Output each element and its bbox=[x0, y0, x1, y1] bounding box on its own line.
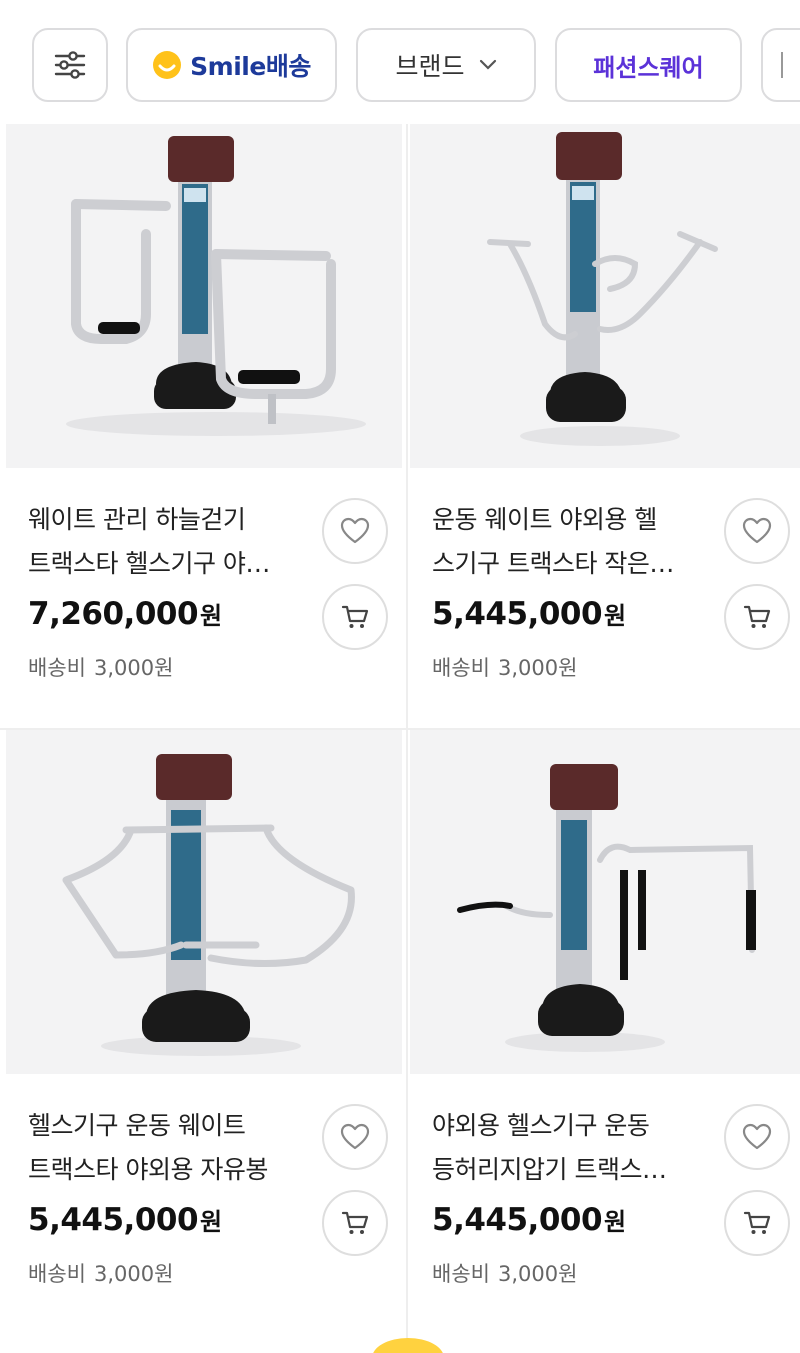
air-walker-equipment-image bbox=[66, 136, 366, 436]
filter-settings-button[interactable] bbox=[32, 28, 108, 102]
heart-icon bbox=[340, 517, 370, 544]
filter-bar: Smile배송 브랜드 패션스퀘어 bbox=[0, 0, 800, 124]
product-info: 야외용 헬스기구 운동 등허리지압기 트랙스… 5,445,000원 배송비 3,… bbox=[410, 1074, 800, 1324]
brand-filter-dropdown[interactable]: 브랜드 bbox=[356, 28, 536, 102]
chevron-down-icon bbox=[479, 59, 496, 70]
product-price: 5,445,000원 bbox=[28, 1202, 222, 1238]
shipping-label: 배송비 bbox=[28, 1262, 86, 1286]
shipping-label: 배송비 bbox=[432, 1262, 490, 1286]
product-card[interactable]: 헬스기구 운동 웨이트 트랙스타 야외용 자유봉 5,445,000원 배송비 3… bbox=[6, 730, 402, 1324]
product-title-line: 운동 웨이트 야외용 헬 bbox=[432, 505, 657, 534]
shipping-amount: 3,000원 bbox=[93, 656, 174, 680]
sliders-icon bbox=[54, 51, 86, 79]
brand-filter-label: 브랜드 bbox=[395, 52, 465, 81]
product-image[interactable] bbox=[410, 730, 800, 1074]
product-info: 웨이트 관리 하늘걷기 트랙스타 헬스기구 야… 7,260,000원 배송비 3… bbox=[6, 468, 402, 718]
like-button[interactable] bbox=[724, 498, 790, 564]
product-title[interactable]: 웨이트 관리 하늘걷기 트랙스타 헬스기구 야… bbox=[28, 498, 318, 586]
price-value: 7,260,000 bbox=[28, 596, 199, 632]
product-card[interactable]: 야외용 헬스기구 운동 등허리지압기 트랙스… 5,445,000원 배송비 3,… bbox=[410, 730, 800, 1324]
price-value: 5,445,000 bbox=[28, 1202, 199, 1238]
product-title-line: 트랙스타 헬스기구 야… bbox=[28, 549, 270, 578]
shipping-amount: 3,000원 bbox=[497, 656, 578, 680]
product-title-line: 스기구 트랙스타 작은… bbox=[432, 549, 674, 578]
product-image[interactable] bbox=[6, 730, 402, 1074]
waist-twister-equipment-image bbox=[487, 132, 718, 446]
fashion-square-filter-chip[interactable]: 패션스퀘어 bbox=[555, 28, 742, 102]
product-grid: 웨이트 관리 하늘걷기 트랙스타 헬스기구 야… 7,260,000원 배송비 3… bbox=[0, 124, 800, 1353]
price-currency: 원 bbox=[604, 602, 626, 630]
heart-icon bbox=[742, 1123, 772, 1150]
shipping-amount: 3,000원 bbox=[497, 1262, 578, 1286]
product-price: 5,445,000원 bbox=[432, 596, 626, 632]
product-title-line: 야외용 헬스기구 운동 bbox=[432, 1111, 650, 1140]
smile-delivery-filter-chip[interactable]: Smile배송 bbox=[126, 28, 337, 102]
shipping-label: 배송비 bbox=[432, 656, 490, 680]
product-price: 5,445,000원 bbox=[432, 1202, 626, 1238]
product-title[interactable]: 야외용 헬스기구 운동 등허리지압기 트랙스… bbox=[432, 1104, 722, 1192]
add-to-cart-button[interactable] bbox=[322, 1190, 388, 1256]
like-button[interactable] bbox=[322, 498, 388, 564]
product-info: 운동 웨이트 야외용 헬 스기구 트랙스타 작은… 5,445,000원 배송비… bbox=[410, 468, 800, 718]
shipping-amount: 3,000원 bbox=[93, 1262, 174, 1286]
shipping-fee: 배송비 3,000원 bbox=[28, 652, 173, 682]
cart-icon bbox=[743, 1211, 771, 1234]
fashion-square-label: 패션스퀘어 bbox=[593, 53, 704, 82]
cart-icon bbox=[341, 605, 369, 628]
heart-icon bbox=[742, 517, 772, 544]
shipping-fee: 배송비 3,000원 bbox=[28, 1258, 173, 1288]
shipping-fee: 배송비 3,000원 bbox=[432, 652, 577, 682]
like-button[interactable] bbox=[322, 1104, 388, 1170]
price-currency: 원 bbox=[200, 1208, 222, 1236]
heart-icon bbox=[340, 1123, 370, 1150]
like-button[interactable] bbox=[724, 1104, 790, 1170]
shipping-label: 배송비 bbox=[28, 656, 86, 680]
smile-face-icon bbox=[153, 51, 182, 79]
product-title[interactable]: 헬스기구 운동 웨이트 트랙스타 야외용 자유봉 bbox=[28, 1104, 318, 1192]
add-to-cart-button[interactable] bbox=[724, 1190, 790, 1256]
product-image[interactable] bbox=[6, 124, 402, 468]
product-card[interactable]: 운동 웨이트 야외용 헬 스기구 트랙스타 작은… 5,445,000원 배송비… bbox=[410, 124, 800, 718]
add-to-cart-button[interactable] bbox=[724, 584, 790, 650]
price-currency: 원 bbox=[200, 602, 222, 630]
cart-icon bbox=[743, 605, 771, 628]
more-filter-chip[interactable] bbox=[761, 28, 800, 102]
product-image[interactable] bbox=[410, 124, 800, 468]
product-price: 7,260,000원 bbox=[28, 596, 222, 632]
product-title-line: 등허리지압기 트랙스… bbox=[432, 1155, 667, 1184]
smile-delivery-label: Smile배송 bbox=[190, 52, 311, 81]
price-currency: 원 bbox=[604, 1208, 626, 1236]
more-filter-edge bbox=[781, 52, 783, 78]
product-title[interactable]: 운동 웨이트 야외용 헬 스기구 트랙스타 작은… bbox=[432, 498, 722, 586]
free-swing-equipment-image bbox=[62, 754, 355, 1056]
product-title-line: 헬스기구 운동 웨이트 bbox=[28, 1111, 246, 1140]
cart-icon bbox=[341, 1211, 369, 1234]
add-to-cart-button[interactable] bbox=[322, 584, 388, 650]
grid-divider-vertical bbox=[406, 124, 408, 1353]
product-info: 헬스기구 운동 웨이트 트랙스타 야외용 자유봉 5,445,000원 배송비 3… bbox=[6, 1074, 402, 1324]
back-massager-equipment-image bbox=[457, 764, 756, 1052]
price-value: 5,445,000 bbox=[432, 1202, 603, 1238]
product-card[interactable]: 웨이트 관리 하늘걷기 트랙스타 헬스기구 야… 7,260,000원 배송비 3… bbox=[6, 124, 402, 718]
product-title-line: 트랙스타 야외용 자유봉 bbox=[28, 1155, 268, 1184]
price-value: 5,445,000 bbox=[432, 596, 603, 632]
shipping-fee: 배송비 3,000원 bbox=[432, 1258, 577, 1288]
product-title-line: 웨이트 관리 하늘걷기 bbox=[28, 505, 246, 534]
